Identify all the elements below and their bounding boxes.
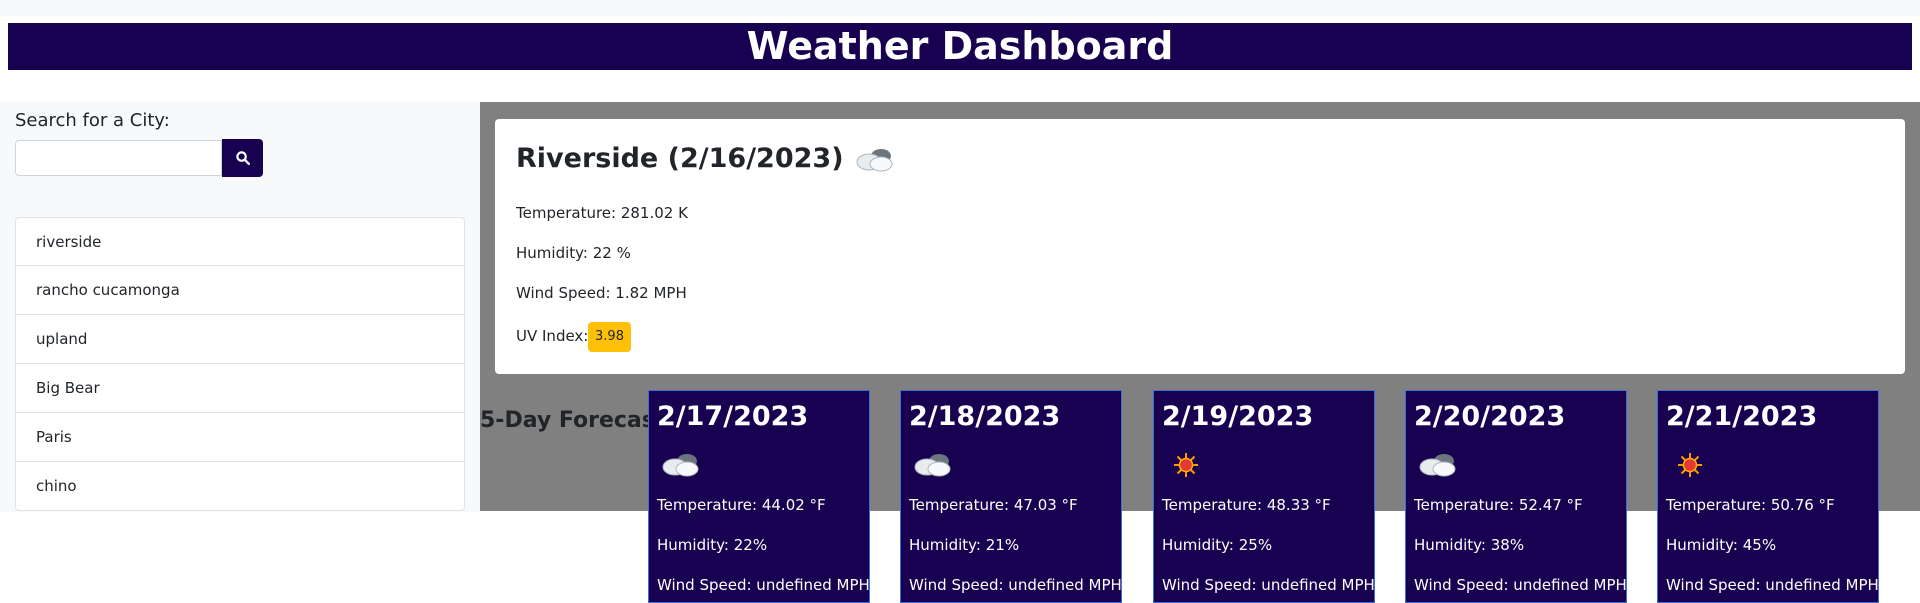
current-temperature: Temperature: 281.02 K bbox=[516, 204, 688, 222]
cloudy-icon bbox=[662, 454, 699, 477]
forecast-card: 2/21/2023 Temperature: 50.76 °F Humidity… bbox=[1657, 390, 1879, 603]
uv-index-badge: 3.98 bbox=[588, 322, 631, 352]
forecast-temperature: Temperature: 47.03 °F bbox=[909, 496, 1078, 514]
search-button[interactable] bbox=[222, 139, 263, 177]
forecast-temperature: Temperature: 44.02 °F bbox=[657, 496, 826, 514]
current-humidity: Humidity: 22 % bbox=[516, 244, 631, 262]
forecast-wind-speed: Wind Speed: undefined MPH bbox=[657, 576, 870, 594]
forecast-card: 2/19/2023 Temperature: 48.33 °F Humidity… bbox=[1153, 390, 1375, 603]
sun-icon bbox=[1678, 453, 1702, 477]
app-header: Weather Dashboard bbox=[8, 23, 1912, 70]
forecast-wind-speed: Wind Speed: undefined MPH bbox=[909, 576, 1122, 594]
forecast-heading: 5-Day Forecast: bbox=[480, 408, 675, 433]
forecast-card: 2/17/2023 Temperature: 44.02 °F Humidity… bbox=[648, 390, 870, 603]
forecast-date: 2/17/2023 bbox=[657, 401, 809, 432]
forecast-temperature: Temperature: 52.47 °F bbox=[1414, 496, 1583, 514]
current-city-title: Riverside (2/16/2023) bbox=[516, 143, 897, 174]
search-label: Search for a City: bbox=[15, 110, 170, 131]
forecast-date: 2/21/2023 bbox=[1666, 401, 1818, 432]
forecast-wind-speed: Wind Speed: undefined MPH bbox=[1414, 576, 1627, 594]
search-icon bbox=[235, 151, 250, 165]
history-item-riverside[interactable]: riverside bbox=[15, 217, 465, 266]
forecast-humidity: Humidity: 21% bbox=[909, 536, 1020, 554]
forecast-card: 2/18/2023 Temperature: 47.03 °F Humidity… bbox=[900, 390, 1122, 603]
forecast-humidity: Humidity: 38% bbox=[1414, 536, 1525, 554]
history-item-rancho-cucamonga[interactable]: rancho cucamonga bbox=[15, 266, 465, 315]
current-wind-speed: Wind Speed: 1.82 MPH bbox=[516, 284, 687, 302]
search-input[interactable] bbox=[15, 140, 222, 176]
history-item-chino[interactable]: chino bbox=[15, 462, 465, 511]
cloudy-icon bbox=[1419, 454, 1456, 477]
forecast-date: 2/18/2023 bbox=[909, 401, 1061, 432]
forecast-wind-speed: Wind Speed: undefined MPH bbox=[1666, 576, 1879, 594]
page-title: Weather Dashboard bbox=[746, 24, 1174, 68]
history-item-paris[interactable]: Paris bbox=[15, 413, 465, 462]
forecast-date: 2/19/2023 bbox=[1162, 401, 1314, 432]
forecast-card: 2/20/2023 Temperature: 52.47 °F Humidity… bbox=[1405, 390, 1627, 603]
forecast-humidity: Humidity: 22% bbox=[657, 536, 768, 554]
forecast-wind-speed: Wind Speed: undefined MPH bbox=[1162, 576, 1375, 594]
forecast-temperature: Temperature: 50.76 °F bbox=[1666, 496, 1835, 514]
forecast-temperature: Temperature: 48.33 °F bbox=[1162, 496, 1331, 514]
forecast-humidity: Humidity: 25% bbox=[1162, 536, 1273, 554]
history-item-upland[interactable]: upland bbox=[15, 315, 465, 364]
forecast-humidity: Humidity: 45% bbox=[1666, 536, 1777, 554]
cloudy-icon bbox=[914, 454, 951, 477]
history-item-big-bear[interactable]: Big Bear bbox=[15, 364, 465, 413]
current-city-date: Riverside (2/16/2023) bbox=[516, 143, 844, 174]
search-history-list: riverside rancho cucamonga upland Big Be… bbox=[15, 217, 465, 511]
forecast-date: 2/20/2023 bbox=[1414, 401, 1566, 432]
top-strip bbox=[0, 0, 1920, 16]
cloudy-icon bbox=[856, 148, 893, 171]
sun-icon bbox=[1174, 453, 1198, 477]
uv-index-label: UV Index: bbox=[516, 327, 589, 345]
